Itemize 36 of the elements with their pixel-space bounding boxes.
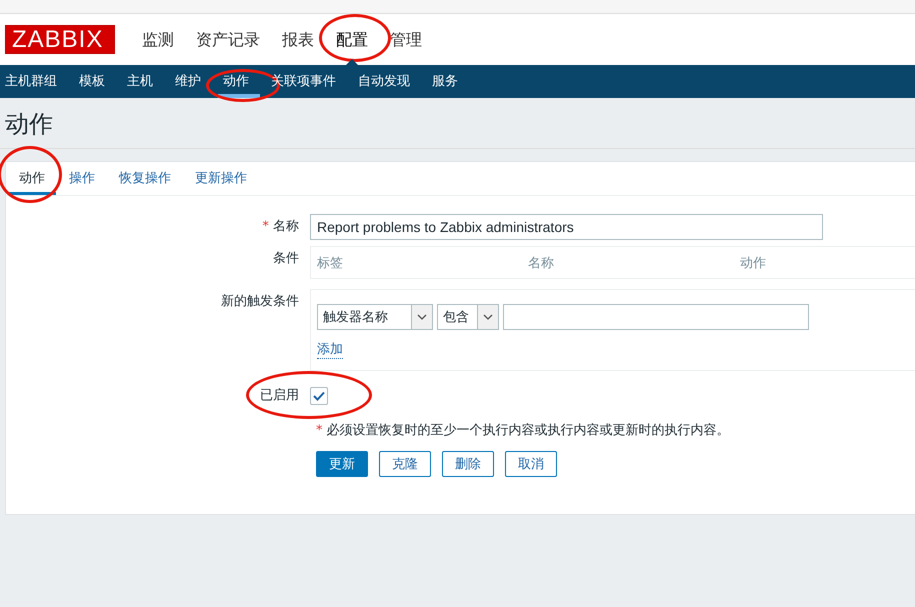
sub-menu-item[interactable]: 主机群组 [0, 65, 68, 98]
tab[interactable]: 更新操作 [184, 162, 258, 195]
form-button[interactable]: 删除 [442, 451, 494, 477]
tab[interactable]: 恢复操作 [108, 162, 182, 195]
column-header: 名称 [528, 254, 555, 272]
sub-menu-item[interactable]: 主机 [122, 65, 164, 98]
required-mark: * [316, 423, 322, 438]
field-label: 条件 [273, 251, 299, 266]
sub-menu-item[interactable]: 动作 [218, 65, 260, 98]
operator-dropdown[interactable]: 包含 [437, 304, 499, 330]
field-label: 新的触发条件 [221, 294, 299, 309]
main-menu-item[interactable]: 监测 [131, 28, 185, 52]
main-menu-item[interactable]: 配置 [325, 28, 379, 52]
name-field[interactable]: Report problems to Zabbix administrators [310, 214, 823, 240]
main-menu-item[interactable]: 报表 [271, 28, 325, 52]
update-button[interactable]: 更新 [316, 451, 368, 477]
main-menu-item[interactable]: 管理 [379, 28, 433, 52]
main-menu-item[interactable]: 资产记录 [185, 28, 271, 52]
add-link[interactable]: 添加 [317, 342, 343, 359]
sub-menu-item[interactable]: 模板 [74, 65, 116, 98]
sub-menu-item[interactable]: 服务 [427, 65, 469, 98]
field-label: 名称 [273, 219, 299, 234]
tab[interactable]: 操作 [58, 162, 106, 195]
field-label: 已启用 [260, 388, 299, 403]
logo: ZABBIX [5, 25, 115, 54]
page-title: 动作 [0, 98, 915, 149]
form-button[interactable]: 克隆 [379, 451, 431, 477]
required-mark: * [262, 219, 269, 234]
condition-type-dropdown[interactable]: 触发器名称 [317, 304, 433, 330]
sub-menu-item[interactable]: 维护 [170, 65, 212, 98]
tab[interactable]: 动作 [8, 162, 56, 195]
form-button[interactable]: 取消 [505, 451, 557, 477]
required-note: 必须设置恢复时的至少一个执行内容或执行内容或更新时的执行内容。 [326, 423, 730, 438]
column-header: 动作 [740, 254, 767, 272]
column-header: 标签 [317, 254, 344, 272]
sub-menu-item[interactable]: 自动发现 [353, 65, 421, 98]
